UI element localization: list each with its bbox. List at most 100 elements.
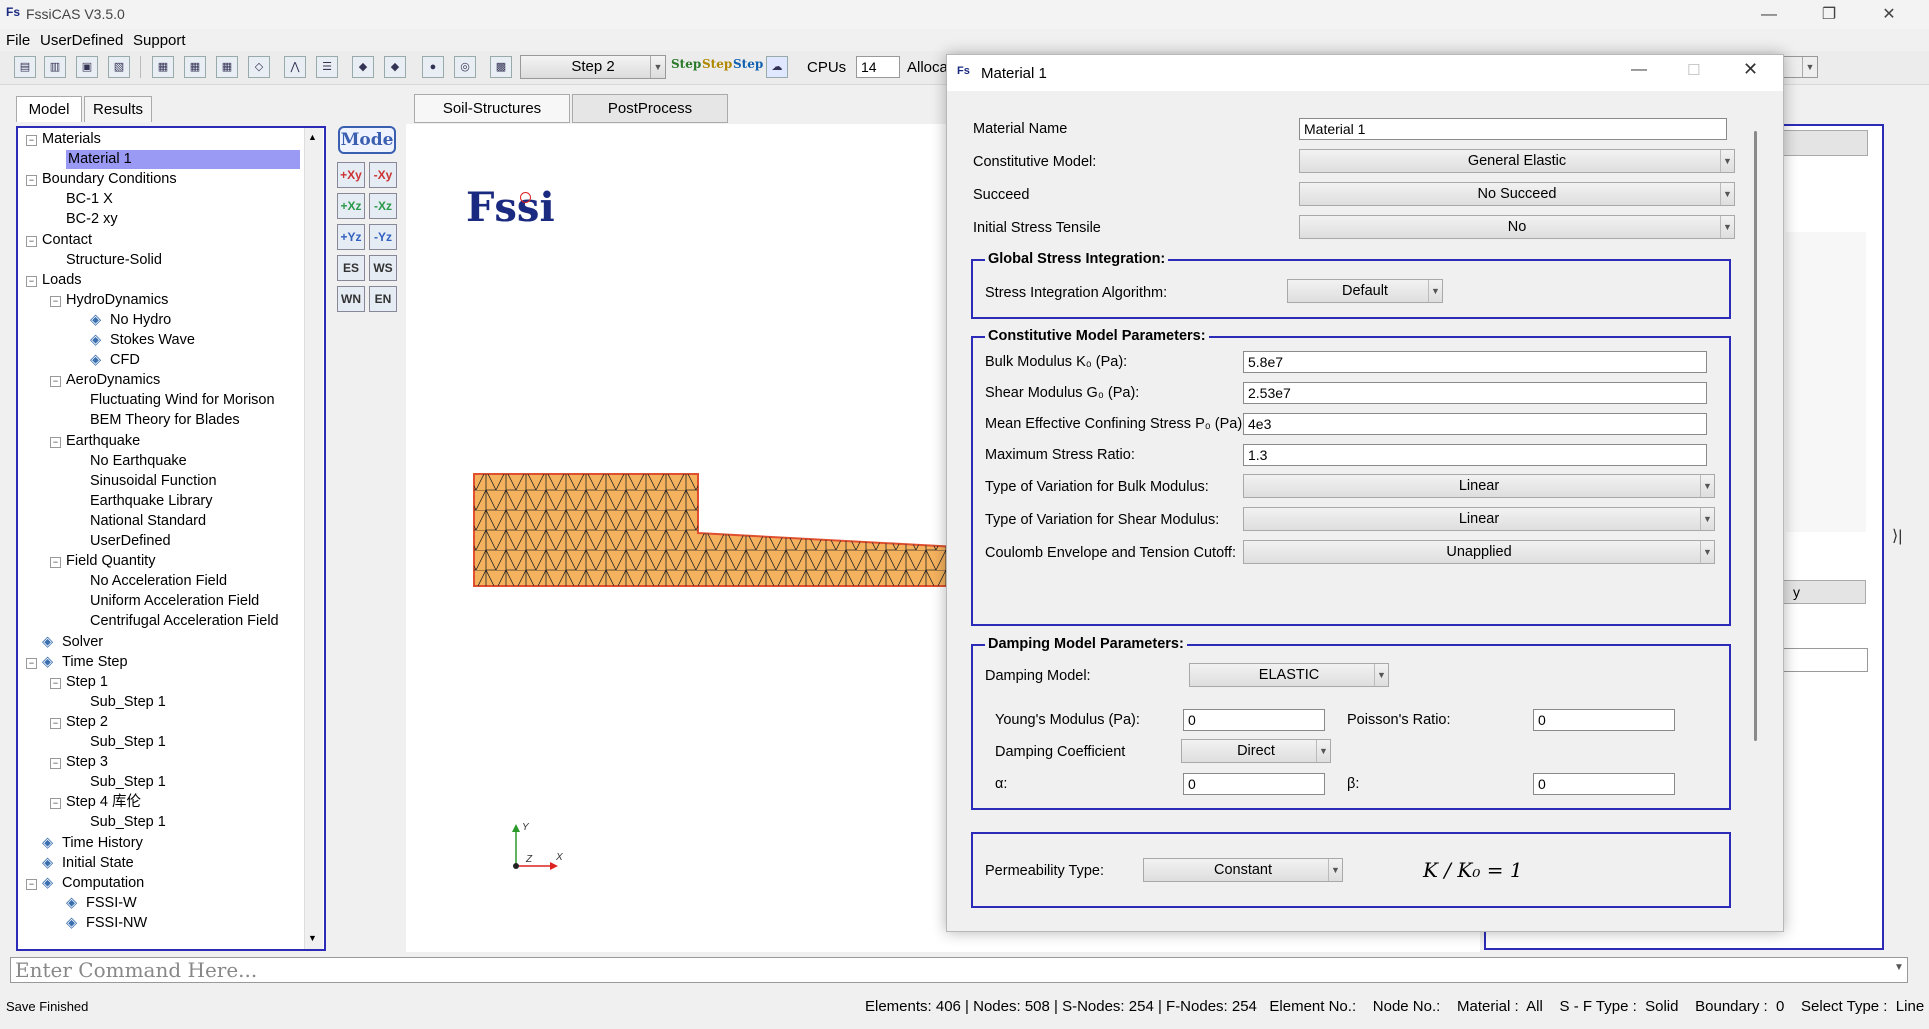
alloc-select[interactable]: ▼ bbox=[1780, 56, 1818, 78]
step-select[interactable]: Step 2 ▼ bbox=[520, 55, 666, 79]
tab-postprocess[interactable]: PostProcess bbox=[572, 94, 728, 123]
tree-item[interactable]: Sub_Step 1 bbox=[90, 733, 166, 752]
menu-support[interactable]: Support bbox=[133, 32, 186, 49]
tree-item[interactable]: Stokes Wave bbox=[110, 331, 195, 350]
tree-item[interactable]: BEM Theory for Blades bbox=[90, 411, 240, 430]
tree-toggle-icon[interactable]: − bbox=[50, 295, 61, 307]
tree-item[interactable]: HydroDynamics bbox=[66, 291, 168, 310]
dialog-scrollbar[interactable] bbox=[1751, 127, 1761, 923]
export-icon[interactable]: ▧ bbox=[108, 56, 130, 78]
tree-item[interactable]: Initial State bbox=[62, 854, 134, 873]
color-map-icon[interactable]: ▩ bbox=[490, 56, 512, 78]
view-en-button[interactable]: EN bbox=[369, 286, 397, 312]
tree-item[interactable]: Sub_Step 1 bbox=[90, 813, 166, 832]
tree-item[interactable]: Step 4 库伦 bbox=[66, 793, 141, 812]
tree-item[interactable]: CFD bbox=[110, 351, 140, 370]
tree-toggle-icon[interactable]: − bbox=[26, 235, 37, 247]
tree-toggle-icon[interactable]: − bbox=[50, 717, 61, 729]
dialog-close-icon[interactable]: ✕ bbox=[1743, 59, 1758, 80]
tree-item[interactable]: Step 3 bbox=[66, 753, 108, 772]
right-panel-input[interactable] bbox=[1776, 648, 1868, 672]
tree-item[interactable]: Earthquake Library bbox=[90, 492, 213, 511]
tree-item[interactable]: Material 1 bbox=[66, 150, 300, 170]
view-minus-xy-button[interactable]: -Xy bbox=[369, 162, 397, 188]
minimize-icon[interactable]: — bbox=[1746, 0, 1792, 29]
tree-item[interactable]: National Standard bbox=[90, 512, 206, 531]
tree-item[interactable]: BC-2 xy bbox=[66, 210, 118, 229]
tab-model[interactable]: Model bbox=[16, 96, 82, 122]
tree-scrollbar[interactable]: ▲ ▼ bbox=[304, 128, 323, 949]
tree-toggle-icon[interactable]: − bbox=[26, 657, 37, 669]
restore-icon[interactable]: ❐ bbox=[1806, 0, 1852, 29]
material-name-input[interactable]: Material 1 bbox=[1299, 118, 1727, 140]
view-plus-xz-button[interactable]: +Xz bbox=[337, 193, 365, 219]
cloud-icon[interactable]: ☁ bbox=[766, 56, 788, 78]
shear-variation-select[interactable]: Linear ▼ bbox=[1243, 507, 1715, 531]
alpha-input[interactable]: 0 bbox=[1183, 773, 1325, 795]
bulk-modulus-input[interactable]: 5.8e7 bbox=[1243, 351, 1707, 373]
view-es-button[interactable]: ES bbox=[337, 255, 365, 281]
cpus-input[interactable]: 14 bbox=[856, 56, 900, 78]
view-wn-button[interactable]: WN bbox=[337, 286, 365, 312]
node-icon[interactable]: ◆ bbox=[352, 56, 374, 78]
view-plus-yz-button[interactable]: +Yz bbox=[337, 224, 365, 250]
view-minus-xz-button[interactable]: -Xz bbox=[369, 193, 397, 219]
cube-icon[interactable]: ◇ bbox=[248, 56, 270, 78]
menu-file[interactable]: File bbox=[6, 32, 30, 49]
tab-soil-structures[interactable]: Soil-Structures bbox=[414, 94, 570, 123]
tree-item[interactable]: No Earthquake bbox=[90, 452, 187, 471]
initial-stress-tensile-select[interactable]: No ▼ bbox=[1299, 215, 1735, 239]
close-icon[interactable]: ✕ bbox=[1866, 0, 1912, 29]
bulk-variation-select[interactable]: Linear ▼ bbox=[1243, 474, 1715, 498]
tab-results[interactable]: Results bbox=[84, 96, 152, 122]
damping-coefficient-select[interactable]: Direct ▼ bbox=[1181, 739, 1331, 763]
command-input[interactable]: Enter Command Here... bbox=[10, 957, 1908, 983]
tree-item[interactable]: AeroDynamics bbox=[66, 371, 160, 390]
tree-toggle-icon[interactable]: − bbox=[26, 275, 37, 287]
boundary-icon[interactable]: ◎ bbox=[454, 56, 476, 78]
tree-item[interactable]: FSSI-W bbox=[86, 894, 137, 913]
maximum-stress-ratio-input[interactable]: 1.3 bbox=[1243, 444, 1707, 466]
tree-item[interactable]: Fluctuating Wind for Morison bbox=[90, 391, 275, 410]
step-run-button[interactable]: Step bbox=[671, 57, 701, 71]
tree-item[interactable]: Materials bbox=[42, 130, 101, 149]
dialog-scroll-thumb[interactable] bbox=[1754, 131, 1757, 741]
mean-confining-stress-input[interactable]: 4e3 bbox=[1243, 413, 1707, 435]
tree-item[interactable]: Time History bbox=[62, 834, 143, 853]
shear-modulus-input[interactable]: 2.53e7 bbox=[1243, 382, 1707, 404]
tree-item[interactable]: Sinusoidal Function bbox=[90, 472, 217, 491]
tree-item[interactable]: No Acceleration Field bbox=[90, 572, 227, 591]
tree-toggle-icon[interactable]: − bbox=[50, 436, 61, 448]
constitutive-model-select[interactable]: General Elastic ▼ bbox=[1299, 149, 1735, 173]
tree-toggle-icon[interactable]: − bbox=[26, 175, 37, 187]
tree-item[interactable]: Step 1 bbox=[66, 673, 108, 692]
step-next-button[interactable]: Step bbox=[733, 57, 763, 71]
tree-item[interactable]: Solver bbox=[62, 633, 103, 652]
open-folder-icon[interactable]: ▥ bbox=[44, 56, 66, 78]
tree-toggle-icon[interactable]: − bbox=[50, 376, 61, 388]
tree-item[interactable]: FSSI-NW bbox=[86, 914, 147, 933]
tree-item[interactable]: Contact bbox=[42, 231, 92, 250]
view-minus-yz-button[interactable]: -Yz bbox=[369, 224, 397, 250]
tree-item[interactable]: Computation bbox=[62, 874, 144, 893]
new-file-icon[interactable]: ▤ bbox=[14, 56, 36, 78]
youngs-modulus-input[interactable]: 0 bbox=[1183, 709, 1325, 731]
stress-integration-algorithm-select[interactable]: Default ▼ bbox=[1287, 279, 1443, 303]
tree-item[interactable]: Loads bbox=[42, 271, 82, 290]
tree-toggle-icon[interactable]: − bbox=[26, 878, 37, 890]
step-pause-button[interactable]: Step bbox=[702, 57, 732, 71]
tree-item[interactable]: BC-1 X bbox=[66, 190, 113, 209]
menu-userdefined[interactable]: UserDefined bbox=[40, 32, 123, 49]
soil-mesh[interactable] bbox=[466, 470, 976, 588]
damping-model-select[interactable]: ELASTIC ▼ bbox=[1189, 663, 1389, 687]
element-icon[interactable]: ◆ bbox=[384, 56, 406, 78]
tree-item[interactable]: Structure-Solid bbox=[66, 251, 162, 270]
tree-item[interactable]: Boundary Conditions bbox=[42, 170, 177, 189]
tree-item[interactable]: Time Step bbox=[62, 653, 128, 672]
view-ws-button[interactable]: WS bbox=[369, 255, 397, 281]
mesh-icon[interactable]: ▦ bbox=[184, 56, 206, 78]
coulomb-envelope-select[interactable]: Unapplied ▼ bbox=[1243, 540, 1715, 564]
dialog-minimize-icon[interactable]: — bbox=[1631, 61, 1647, 79]
tree-item[interactable]: Field Quantity bbox=[66, 552, 155, 571]
list-icon[interactable]: ☰ bbox=[316, 56, 338, 78]
